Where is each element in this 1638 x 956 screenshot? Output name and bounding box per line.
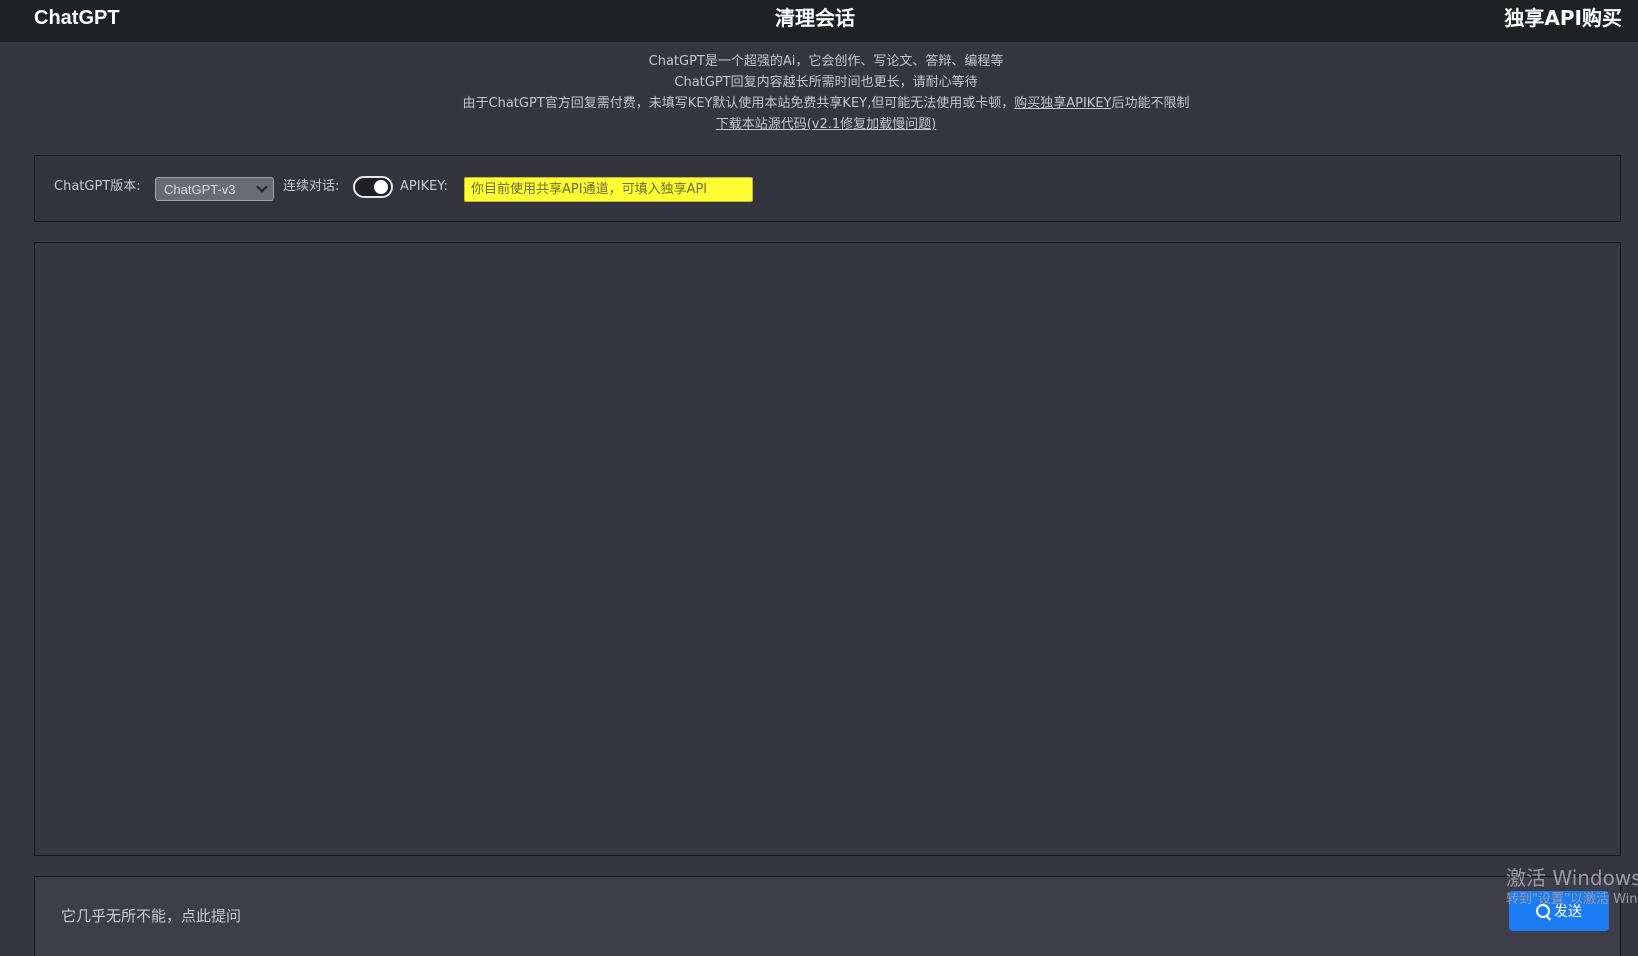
continuous-toggle[interactable] [353, 176, 393, 198]
intro-line-3-prefix: 由于ChatGPT官方回复需付费，未填写KEY默认使用本站免费共享KEY,但可能… [462, 96, 1015, 111]
version-label: ChatGPT版本: [54, 179, 141, 194]
send-button[interactable]: 发送 [1509, 891, 1609, 931]
chat-messages-area [34, 242, 1621, 856]
settings-bar: ChatGPT版本: ChatGPT-v3 连续对话: APIKEY: [34, 155, 1621, 222]
chevron-down-icon [256, 181, 268, 193]
question-input[interactable] [59, 901, 1359, 931]
intro-line-4: 下载本站源代码(v2.1修复加载慢问题) [0, 114, 1638, 135]
buy-apikey-link[interactable]: 购买独享APIKEY [1014, 96, 1111, 111]
apikey-label: APIKEY: [400, 179, 448, 194]
send-icon [1536, 904, 1550, 918]
clear-session-button[interactable]: 清理会话 [740, 5, 890, 31]
send-button-label: 发送 [1554, 904, 1582, 920]
version-select[interactable]: ChatGPT-v3 [155, 177, 274, 201]
intro-line-3-suffix: 后功能不限制 [1111, 96, 1190, 111]
continuous-label: 连续对话: [283, 179, 340, 194]
composer-area: 发送 [34, 876, 1621, 956]
version-select-value: ChatGPT-v3 [164, 181, 236, 197]
intro-line-3: 由于ChatGPT官方回复需付费，未填写KEY默认使用本站免费共享KEY,但可能… [0, 93, 1638, 114]
top-header: ChatGPT 清理会话 独享API购买 [0, 0, 1638, 42]
toggle-knob [374, 180, 388, 194]
download-source-link[interactable]: 下载本站源代码(v2.1修复加载慢问题) [716, 117, 937, 132]
intro-text: ChatGPT是一个超强的Ai，它会创作、写论文、答辩、编程等 ChatGPT回… [0, 51, 1638, 135]
intro-line-1: ChatGPT是一个超强的Ai，它会创作、写论文、答辩、编程等 [648, 54, 1004, 69]
intro-line-2: ChatGPT回复内容越长所需时间也更长，请耐心等待 [674, 75, 978, 90]
buy-api-link[interactable]: 独享API购买 [1504, 5, 1622, 31]
brand-link[interactable]: ChatGPT [34, 6, 120, 30]
apikey-input[interactable] [464, 177, 753, 202]
